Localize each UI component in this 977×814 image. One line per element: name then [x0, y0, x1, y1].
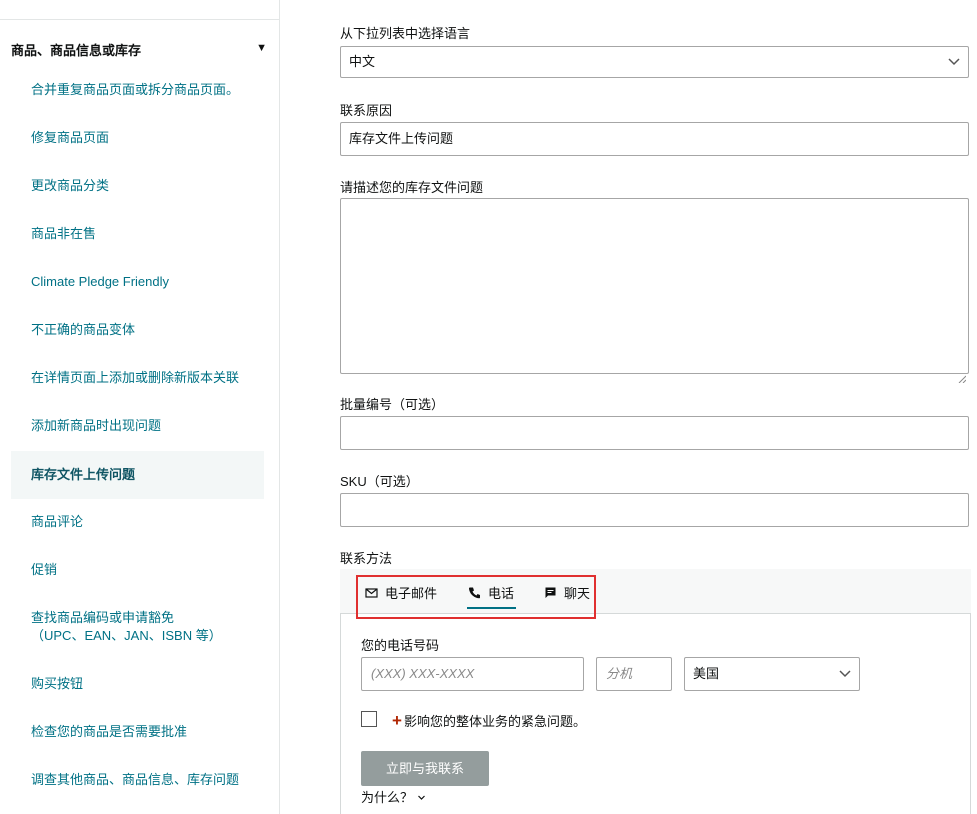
chevron-down-icon: [948, 47, 960, 87]
sidebar-item-approval-check[interactable]: 检查您的商品是否需要批准: [11, 723, 264, 741]
sidebar-item-merge-pages[interactable]: 合并重复商品页面或拆分商品页面。: [11, 81, 264, 99]
urgent-label-text: 影响您的整体业务的紧急问题。: [403, 714, 586, 729]
sidebar-item-label: 商品评论: [31, 514, 84, 529]
reason-field[interactable]: 库存文件上传问题: [340, 122, 969, 156]
country-select[interactable]: 美国: [684, 657, 860, 691]
sidebar-nav: 商品、商品信息或库存 ▼ 合并重复商品页面或拆分商品页面。 修复商品页面 更改商…: [0, 0, 280, 814]
contact-method-label: 联系方法: [340, 551, 393, 566]
sidebar-item-label: 商品非在售: [31, 226, 97, 241]
sidebar-item-label: 在详情页面上添加或删除新版本关联: [31, 370, 240, 385]
sidebar-item-label: 库存文件上传问题: [31, 467, 136, 482]
sidebar-item-label: 调查其他商品、商品信息、库存问题: [31, 772, 240, 787]
urgent-checkbox[interactable]: [361, 711, 377, 727]
sidebar-item-incorrect-variation[interactable]: 不正确的商品变体: [11, 321, 264, 339]
language-label: 从下拉列表中选择语言: [340, 26, 471, 41]
sidebar-item-climate-pledge[interactable]: Climate Pledge Friendly: [11, 273, 264, 291]
sidebar-item-fix-page[interactable]: 修复商品页面: [11, 129, 264, 147]
chevron-down-icon: [839, 658, 851, 702]
sidebar-divider: [0, 19, 279, 20]
resize-handle-icon[interactable]: [958, 363, 967, 384]
phone-number-input[interactable]: (XXX) XXX-XXXX: [361, 657, 584, 691]
sidebar-item-buy-box[interactable]: 购买按钮: [11, 675, 264, 693]
sku-input[interactable]: [340, 493, 969, 527]
sidebar-item-label: 修复商品页面: [31, 130, 110, 145]
why-link-text: 为什么？: [361, 790, 414, 805]
batch-label: 批量编号（可选）: [340, 397, 445, 412]
sidebar-item-label: 查找商品编码或申请豁免（UPC、EAN、JAN、ISBN 等）: [31, 610, 222, 643]
urgent-label: + 影响您的整体业务的紧急问题。: [392, 711, 586, 731]
sidebar-section-header[interactable]: 商品、商品信息或库存 ▼: [11, 40, 267, 58]
sidebar-item-label: 合并重复商品页面或拆分商品页面。: [31, 82, 240, 97]
sidebar-item-reviews[interactable]: 商品评论: [11, 513, 264, 531]
reason-label: 联系原因: [340, 103, 393, 118]
sidebar-item-add-product-issue[interactable]: 添加新商品时出现问题: [11, 417, 264, 435]
caret-down-icon: ▼: [256, 42, 267, 54]
why-link[interactable]: 为什么？: [361, 787, 426, 806]
description-label: 请描述您的库存文件问题: [340, 180, 484, 195]
sidebar-item-label: 不正确的商品变体: [31, 322, 136, 337]
extension-placeholder: 分机: [606, 666, 633, 681]
reason-field-value: 库存文件上传问题: [349, 131, 454, 146]
sku-label: SKU（可选）: [340, 474, 419, 489]
sidebar-item-product-codes[interactable]: 查找商品编码或申请豁免（UPC、EAN、JAN、ISBN 等）: [11, 609, 226, 645]
contact-me-button[interactable]: 立即与我联系: [361, 751, 489, 786]
sidebar-item-change-category[interactable]: 更改商品分类: [11, 177, 264, 195]
sidebar-item-label: 检查您的商品是否需要批准: [31, 724, 188, 739]
sidebar-item-label: 添加新商品时出现问题: [31, 418, 162, 433]
description-textarea[interactable]: [340, 198, 969, 384]
phone-number-placeholder: (XXX) XXX-XXXX: [371, 666, 475, 681]
plus-icon: +: [392, 711, 402, 730]
language-select[interactable]: 中文: [340, 46, 969, 78]
sidebar-item-not-for-sale[interactable]: 商品非在售: [11, 225, 264, 243]
sidebar-item-label: 购买按钮: [31, 676, 84, 691]
sidebar-item-promotions[interactable]: 促销: [11, 561, 264, 579]
sidebar-item-label: 更改商品分类: [31, 178, 110, 193]
sidebar-item-investigate-other[interactable]: 调查其他商品、商品信息、库存问题: [11, 771, 264, 789]
country-select-value: 美国: [693, 666, 720, 681]
batch-input[interactable]: [340, 416, 969, 450]
sidebar-item-label: 促销: [31, 562, 58, 577]
sidebar-item-inventory-upload[interactable]: 库存文件上传问题: [11, 451, 264, 499]
sidebar-item-label: Climate Pledge Friendly: [31, 274, 170, 289]
chevron-down-icon: [417, 790, 426, 805]
sidebar-item-edition-link[interactable]: 在详情页面上添加或删除新版本关联: [11, 369, 264, 387]
extension-input[interactable]: 分机: [596, 657, 672, 691]
language-select-value: 中文: [349, 54, 376, 69]
phone-number-label: 您的电话号码: [361, 638, 440, 653]
sidebar-section-title: 商品、商品信息或库存: [11, 43, 142, 58]
